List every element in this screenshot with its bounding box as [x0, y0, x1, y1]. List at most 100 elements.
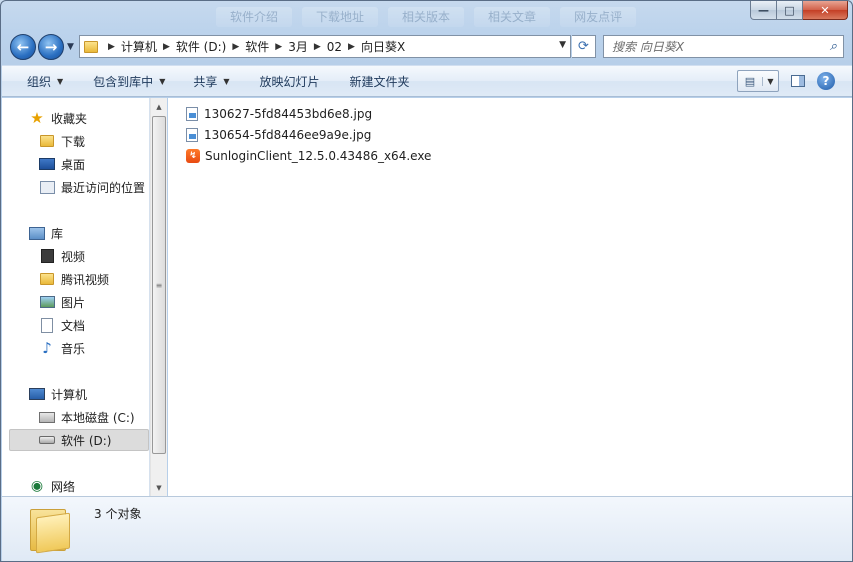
nav-drive-c[interactable]: 本地磁盘 (C:): [2, 406, 149, 428]
minimize-icon: —: [758, 3, 769, 17]
change-view-button[interactable]: ▤ ▼: [737, 70, 779, 92]
scroll-down-arrow-icon[interactable]: ▼: [151, 479, 167, 496]
minimize-button[interactable]: —: [750, 1, 777, 20]
new-folder-button[interactable]: 新建文件夹: [338, 69, 422, 93]
system-drive-icon: [39, 409, 55, 425]
nav-videos[interactable]: 视频: [2, 245, 149, 267]
nav-tencent-video[interactable]: 腾讯视频: [2, 268, 149, 290]
scroll-up-arrow-icon[interactable]: ▲: [151, 98, 167, 115]
address-bar[interactable]: ▶ 计算机 ▶ 软件 (D:) ▶ 软件 ▶ 3月 ▶ 02 ▶ 向日葵X ▼: [79, 35, 571, 58]
nav-desktop[interactable]: 桌面: [2, 153, 149, 175]
nav-label: 本地磁盘 (C:): [61, 410, 135, 425]
share-label: 共享: [193, 74, 218, 89]
chevron-right-icon[interactable]: ▶: [157, 42, 176, 52]
scrollbar-thumb[interactable]: ≡: [152, 116, 166, 454]
drive-icon: [39, 432, 55, 448]
chevron-right-icon[interactable]: ▶: [342, 42, 361, 52]
file-name: SunloginClient_12.5.0.43486_x64.exe: [205, 148, 432, 163]
organize-label: 组织: [27, 74, 52, 89]
forward-button[interactable]: →: [38, 34, 64, 60]
chevron-down-icon: ▼: [159, 76, 166, 86]
nav-downloads[interactable]: 下载: [2, 130, 149, 152]
downloads-folder-icon: [39, 133, 55, 149]
close-button[interactable]: ✕: [803, 1, 848, 20]
new-folder-label: 新建文件夹: [349, 74, 410, 89]
file-item[interactable]: 130654-5fd8446ee9a9e.jpg: [186, 124, 371, 145]
nav-pictures[interactable]: 图片: [2, 291, 149, 313]
nav-computer[interactable]: 计算机: [2, 383, 149, 405]
chevron-down-icon: ▼: [223, 76, 230, 86]
desktop-icon: [39, 156, 55, 172]
ghost-tab: 相关文章: [474, 7, 551, 27]
include-library-button[interactable]: 包含到库中 ▼: [81, 69, 177, 93]
file-name: 130654-5fd8446ee9a9e.jpg: [204, 127, 372, 142]
toolbar-right-group: ▤ ▼ ?: [737, 70, 835, 92]
chevron-down-icon[interactable]: ▼: [559, 40, 566, 50]
nav-label: 图片: [61, 295, 86, 310]
nav-network[interactable]: ◉ 网络: [2, 475, 149, 496]
nav-pane-scrollbar[interactable]: ▲ ≡ ▼: [150, 98, 167, 496]
ghost-tab: 相关版本: [388, 7, 465, 27]
back-button[interactable]: ←: [10, 34, 36, 60]
file-name: 130627-5fd84453bd6e8.jpg: [204, 106, 373, 121]
grip-icon: ≡: [155, 280, 163, 290]
music-note-icon: ♪: [42, 339, 52, 357]
recent-places-icon: [39, 179, 55, 195]
chevron-down-icon[interactable]: ▼: [762, 76, 778, 86]
item-count: 3 个对象: [94, 507, 142, 521]
chevron-down-icon: ▼: [67, 42, 74, 52]
file-list: 130627-5fd84453bd6e8.jpg 130654-5fd8446e…: [168, 98, 852, 496]
refresh-icon: ⟳: [578, 39, 589, 54]
chevron-right-icon[interactable]: ▶: [308, 42, 327, 52]
share-button[interactable]: 共享 ▼: [181, 69, 241, 93]
preview-pane-icon: [791, 75, 805, 87]
nav-label: 文档: [61, 318, 86, 333]
ghost-tab: 网友点评: [560, 7, 637, 27]
breadcrumb-computer[interactable]: 计算机: [121, 36, 157, 57]
nav-label: 桌面: [61, 157, 86, 172]
nav-drive-d[interactable]: 软件 (D:): [9, 429, 149, 451]
nav-label: 腾讯视频: [61, 272, 110, 287]
breadcrumb-march[interactable]: 3月: [288, 36, 308, 57]
breadcrumb-current[interactable]: 向日葵X: [361, 36, 405, 57]
breadcrumb-02[interactable]: 02: [327, 36, 342, 57]
file-item[interactable]: 130627-5fd84453bd6e8.jpg: [186, 103, 372, 124]
nav-label: 下载: [61, 134, 86, 149]
recent-pages-dropdown[interactable]: ▼: [67, 42, 74, 52]
nav-documents[interactable]: 文档: [2, 314, 149, 336]
search-input[interactable]: 搜索 向日葵X ⌕: [603, 35, 844, 58]
maximize-icon: □: [784, 3, 795, 17]
chevron-right-icon[interactable]: ▶: [269, 42, 288, 52]
refresh-button[interactable]: ⟳: [572, 35, 596, 58]
nav-label: 库: [51, 226, 64, 241]
details-pane: 3 个对象: [2, 496, 852, 561]
chevron-right-icon[interactable]: ▶: [102, 42, 121, 52]
arrow-left-icon: ←: [16, 38, 30, 56]
breadcrumb-drive-d[interactable]: 软件 (D:): [176, 36, 226, 57]
close-icon: ✕: [820, 3, 830, 17]
include-library-label: 包含到库中: [93, 74, 154, 89]
nav-libraries[interactable]: 库: [2, 222, 149, 244]
breadcrumb-software[interactable]: 软件: [245, 36, 269, 57]
nav-favorites[interactable]: ★ 收藏夹: [2, 107, 149, 129]
preview-pane-button[interactable]: [787, 71, 809, 91]
organize-button[interactable]: 组织 ▼: [15, 69, 75, 93]
pictures-icon: [39, 294, 55, 310]
explorer-window: 软件介绍 下载地址 相关版本 相关文章 网友点评 — □ ✕ ← → ▼ ▶ 计…: [0, 0, 853, 562]
star-icon: ★: [30, 109, 44, 127]
video-icon: [39, 248, 55, 264]
maximize-button[interactable]: □: [777, 1, 803, 20]
background-tabs: 软件介绍 下载地址 相关版本 相关文章 网友点评: [216, 7, 637, 27]
nav-recent-places[interactable]: 最近访问的位置: [2, 176, 149, 198]
chevron-right-icon[interactable]: ▶: [226, 42, 245, 52]
folder-icon: [39, 271, 55, 287]
nav-music[interactable]: ♪ 音乐: [2, 337, 149, 359]
command-bar: 组织 ▼ 包含到库中 ▼ 共享 ▼ 放映幻灯片 新建文件夹 ▤ ▼ ?: [2, 65, 852, 97]
nav-label: 软件 (D:): [61, 433, 112, 448]
search-icon[interactable]: ⌕: [830, 39, 837, 54]
slideshow-button[interactable]: 放映幻灯片: [248, 69, 332, 93]
caption-buttons: — □ ✕: [750, 1, 848, 20]
image-file-icon: [186, 106, 198, 121]
file-item[interactable]: ↯ SunloginClient_12.5.0.43486_x64.exe: [186, 145, 431, 166]
help-button[interactable]: ?: [817, 72, 835, 90]
